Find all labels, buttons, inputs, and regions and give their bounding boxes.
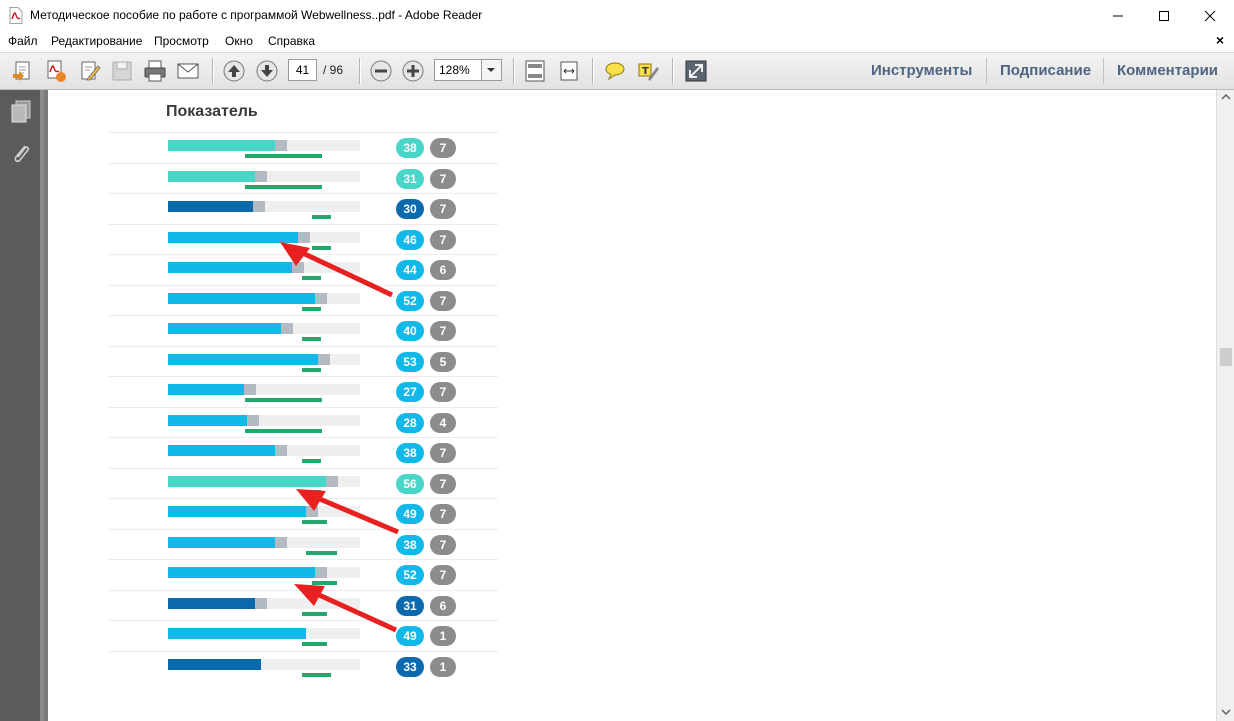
- menu-file[interactable]: Файл: [8, 34, 38, 48]
- menu-window[interactable]: Окно: [225, 34, 253, 48]
- maximize-icon: [1159, 11, 1169, 21]
- pdf-page[interactable]: Показатель 38 7 31 7 30 7 46 7 44 6 52 7 40 7 53 5 27 7 28…: [48, 90, 1216, 721]
- comment-icon[interactable]: [603, 59, 627, 83]
- email-icon[interactable]: [176, 59, 200, 83]
- svg-text:T: T: [642, 66, 649, 77]
- next-page-icon[interactable]: [255, 59, 279, 83]
- fit-page-icon[interactable]: [523, 59, 547, 83]
- print-icon[interactable]: [143, 59, 167, 83]
- close-document-icon[interactable]: ×: [1216, 32, 1224, 48]
- page-thumbnails-icon[interactable]: [10, 100, 32, 124]
- document-viewport: Показатель 38 7 31 7 30 7 46 7 44 6 52 7 40 7 53 5 27 7 28…: [44, 90, 1216, 721]
- minimize-button[interactable]: [1095, 0, 1141, 31]
- toolbar-separator: [1103, 58, 1104, 84]
- edit-document-icon[interactable]: [78, 59, 102, 83]
- page-total: / 96: [323, 63, 344, 77]
- toolbar-separator: [359, 58, 361, 84]
- open-file-icon[interactable]: [11, 59, 35, 83]
- previous-page-icon[interactable]: [222, 59, 246, 83]
- zoom-level-input[interactable]: 128%: [434, 59, 482, 81]
- zoom-out-icon[interactable]: [369, 59, 393, 83]
- paperclip-icon[interactable]: [10, 142, 32, 166]
- tools-pane-link[interactable]: Инструменты: [871, 62, 972, 79]
- page-number-input[interactable]: 41: [288, 59, 317, 81]
- menu-help[interactable]: Справка: [268, 34, 315, 48]
- menu-edit[interactable]: Редактирование: [51, 34, 142, 48]
- full-screen-icon[interactable]: [684, 59, 708, 83]
- fit-width-icon[interactable]: [557, 59, 581, 83]
- red-arrow-icon: [294, 584, 398, 633]
- maximize-button[interactable]: [1141, 0, 1187, 31]
- toolbar-separator: [513, 58, 515, 84]
- red-arrow-icon: [296, 489, 399, 535]
- scrollbar-thumb[interactable]: [1220, 348, 1232, 366]
- toolbar: 41 / 96 128% T Инструменты Подписание Ко…: [0, 53, 1234, 90]
- zoom-in-icon[interactable]: [401, 59, 425, 83]
- annotation-arrows: [280, 242, 399, 633]
- zoom-dropdown-button[interactable]: [482, 59, 502, 81]
- create-pdf-icon[interactable]: [44, 59, 68, 83]
- close-window-button[interactable]: [1187, 0, 1233, 31]
- minimize-icon: [1113, 15, 1123, 17]
- navigation-pane: [0, 90, 40, 721]
- scroll-down-icon[interactable]: [1221, 707, 1231, 717]
- toolbar-separator: [592, 58, 594, 84]
- toolbar-separator: [672, 58, 674, 84]
- comments-pane-link[interactable]: Комментарии: [1117, 62, 1218, 79]
- close-icon: [1204, 10, 1216, 22]
- chevron-down-icon: [487, 68, 495, 72]
- menu-bar: Файл Редактирование Просмотр Окно Справк…: [0, 31, 1234, 53]
- menu-view[interactable]: Просмотр: [154, 34, 209, 48]
- highlight-text-icon[interactable]: T: [636, 59, 660, 83]
- window-title: Методическое пособие по работе с програм…: [30, 8, 483, 22]
- sign-pane-link[interactable]: Подписание: [1000, 62, 1091, 79]
- scroll-up-icon[interactable]: [1221, 92, 1231, 102]
- toolbar-separator: [986, 58, 987, 84]
- title-bar: Методическое пособие по работе с програм…: [0, 0, 1234, 32]
- pdf-file-icon: [9, 7, 23, 24]
- toolbar-separator: [212, 58, 214, 84]
- red-arrow-icon: [280, 242, 394, 298]
- vertical-scrollbar[interactable]: [1216, 90, 1234, 721]
- save-icon[interactable]: [110, 59, 134, 83]
